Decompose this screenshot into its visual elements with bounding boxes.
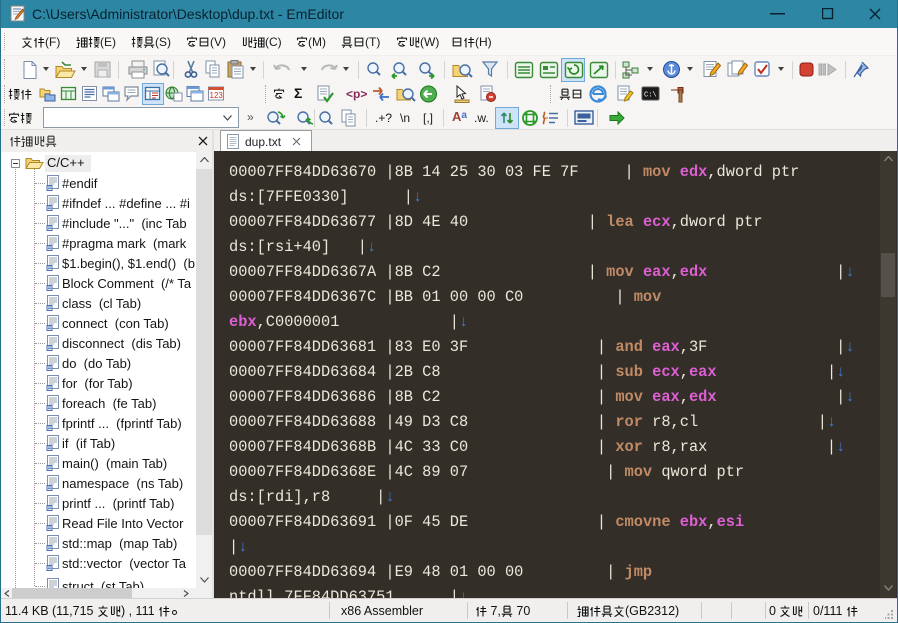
svg-text:C:\: C:\ [644, 92, 657, 100]
svg-text:123: 123 [210, 91, 224, 100]
